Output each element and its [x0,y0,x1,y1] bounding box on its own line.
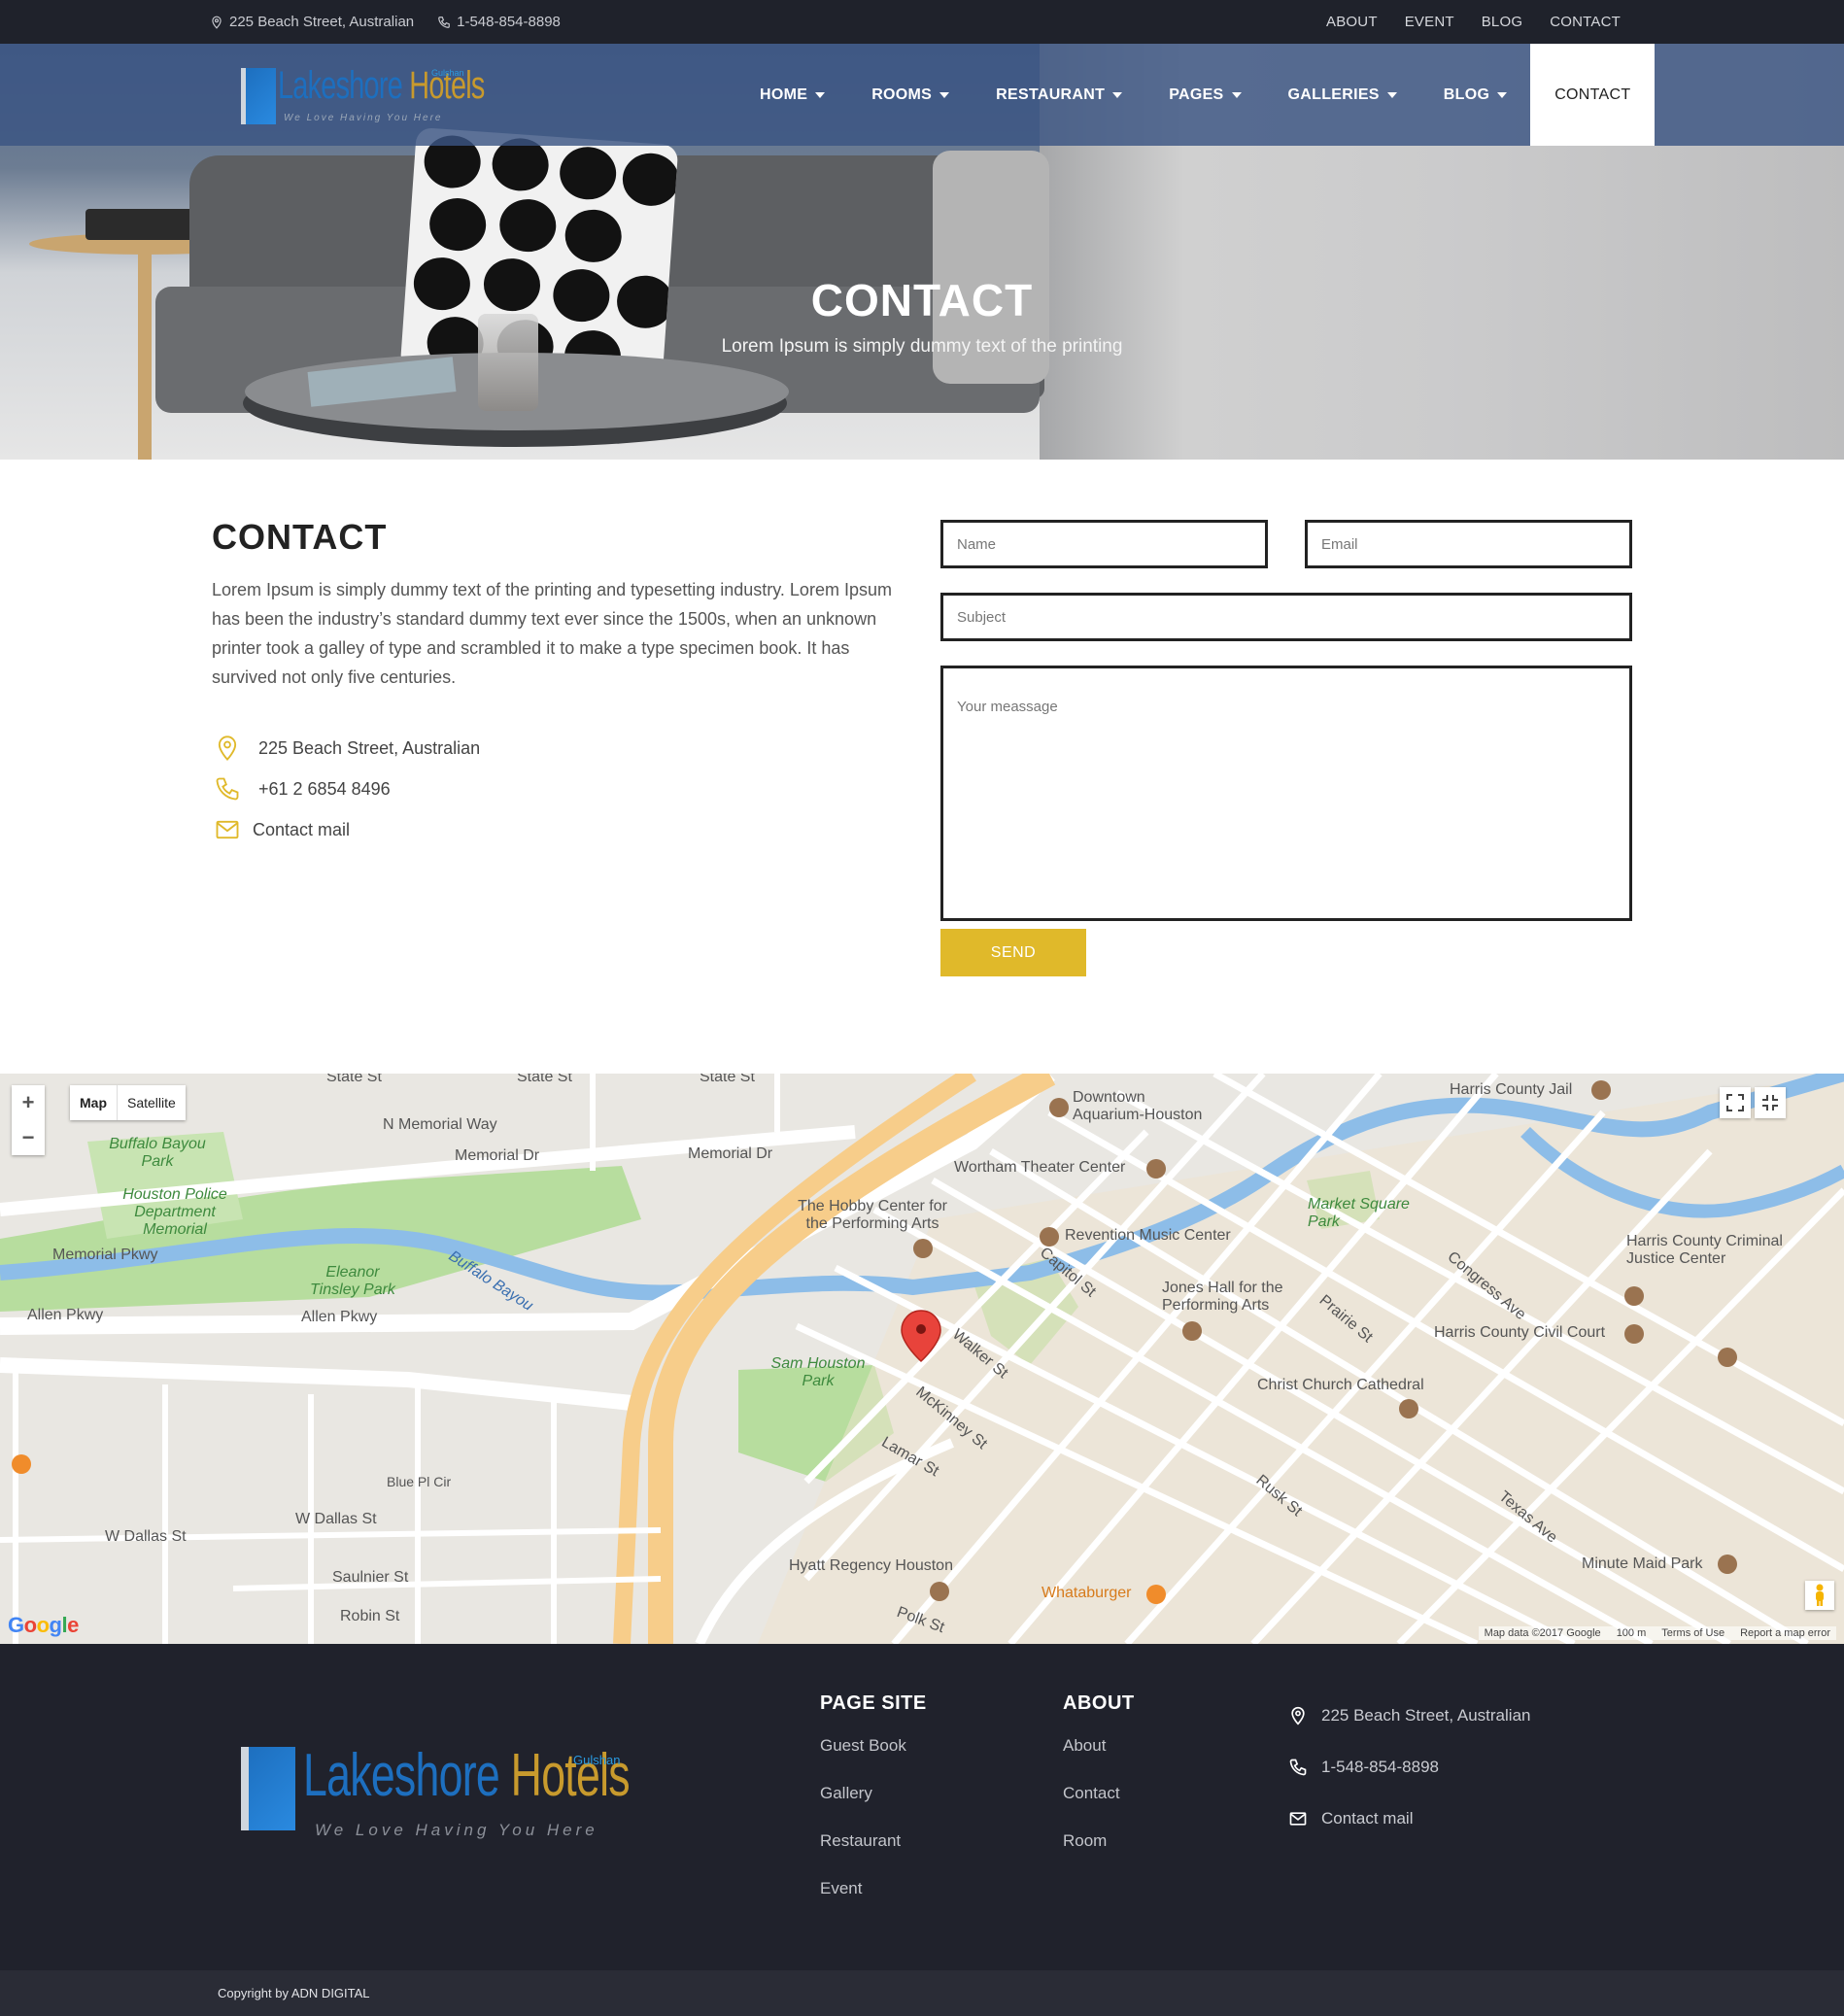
footer-col-title: ABOUT [1063,1692,1135,1714]
map-terms-link[interactable]: Terms of Use [1661,1627,1724,1639]
contact-address-text: 225 Beach Street, Australian [258,737,481,758]
footer-address: 225 Beach Street, Australian [1288,1706,1530,1726]
send-button[interactable]: SEND [940,929,1086,976]
location-pin-icon [212,16,222,29]
caret-down-icon [1231,91,1242,98]
contact-mail-text: Contact mail [253,819,351,839]
footer-link-room[interactable]: Room [1063,1831,1135,1879]
nav-item-pages[interactable]: PAGES [1145,44,1264,146]
fullscreen-icon[interactable] [1720,1087,1751,1118]
topbar-phone-text: 1-548-854-8898 [457,14,561,30]
map-attribution: Map data ©2017 Google 100 m Terms of Use… [1478,1626,1836,1640]
caret-down-icon [939,91,950,98]
logo-mark-icon [241,68,276,124]
topbar-address: 225 Beach Street, Australian [210,14,414,30]
logo-badge: Gulshan [431,68,464,78]
contact-description: Lorem Ipsum is simply dummy text of the … [212,580,892,687]
phone-icon [438,16,450,28]
nav-item-restaurant[interactable]: RESTAURANT [973,44,1145,146]
topbar-address-text: 225 Beach Street, Australian [229,14,415,30]
caret-down-icon [1497,91,1508,98]
nav-item-galleries[interactable]: GALLERIES [1265,44,1420,146]
name-field[interactable]: Name [940,520,1268,568]
phone-icon [216,777,239,801]
topbar-link-event[interactable]: EVENT [1405,14,1454,30]
footer-mail[interactable]: Contact mail [1288,1809,1413,1828]
exit-fullscreen-icon[interactable] [1755,1087,1786,1118]
envelope-icon [1289,1812,1307,1826]
contact-phone-text: +61 2 6854 8496 [258,778,391,799]
nav-item-blog[interactable]: BLOG [1420,44,1530,146]
location-map[interactable]: + − Map Satellite State St State St Stat… [0,1074,1844,1644]
footer-col-page-site: PAGE SITE Guest Book Gallery Restaurant … [820,1692,927,1927]
location-pin-icon [1291,1706,1305,1726]
contact-phone: +61 2 6854 8496 [214,775,391,803]
contact-heading: CONTACT [212,517,388,557]
location-pin-icon [218,735,237,762]
footer-link-gallery[interactable]: Gallery [820,1784,927,1831]
caret-down-icon [815,91,826,98]
top-bar: 225 Beach Street, Australian 1-548-854-8… [0,0,1844,44]
caret-down-icon [1112,91,1123,98]
subject-field[interactable]: Subject [940,593,1632,641]
hero-title: CONTACT [810,275,1034,325]
logo-main-text: Lakeshore [278,64,403,107]
topbar-phone: 1-548-854-8898 [437,14,561,30]
logo-mark-icon [241,1747,295,1830]
map-type-control: Map Satellite [70,1085,186,1120]
main-nav: HOME ROOMS RESTAURANT PAGES GALLERIES BL… [736,44,1656,146]
nav-item-rooms[interactable]: ROOMS [848,44,973,146]
zoom-out-button[interactable]: − [22,1125,35,1150]
email-field[interactable]: Email [1305,520,1632,568]
nav-item-home[interactable]: HOME [736,44,848,146]
footer-logo-tagline: We Love Having You Here [315,1821,598,1839]
copyright-bar: Copyright by ADN DIGITAL [0,1970,1844,2016]
topbar-link-about[interactable]: ABOUT [1326,14,1378,30]
envelope-icon [216,820,239,839]
contact-address: 225 Beach Street, Australian [214,735,480,762]
street-view-pegman-icon[interactable] [1805,1581,1834,1610]
footer-col-title: PAGE SITE [820,1692,927,1714]
map-type-map[interactable]: Map [70,1085,118,1120]
topbar-link-blog[interactable]: BLOG [1482,14,1522,30]
nav-item-contact[interactable]: CONTACT [1530,44,1656,146]
footer-logo-badge: Gulshan [573,1753,621,1767]
map-report-link[interactable]: Report a map error [1740,1627,1830,1639]
header-logo[interactable]: Lakeshore Hotels We Love Having You Here… [229,58,485,130]
copyright-text: Copyright by ADN DIGITAL [218,1986,370,2000]
caret-down-icon [1386,91,1397,98]
google-logo: Google [8,1613,79,1637]
contact-mail[interactable]: Contact mail [214,816,350,843]
map-zoom-control: + − [12,1085,45,1155]
phone-icon [1289,1759,1307,1776]
footer-col-about: ABOUT About Contact Room [1063,1692,1135,1879]
footer-link-event[interactable]: Event [820,1879,927,1927]
logo-tagline: We Love Having You Here [284,113,443,123]
footer-link-contact[interactable]: Contact [1063,1784,1135,1831]
topbar-link-contact[interactable]: CONTACT [1550,14,1621,30]
zoom-in-button[interactable]: + [22,1090,35,1115]
message-field[interactable]: Your meassage [940,666,1632,921]
footer-logo[interactable]: Lakeshore Hotels We Love Having You Here… [220,1741,631,1848]
hero-subtitle: Lorem Ipsum is simply dummy text of the … [721,336,1123,357]
map-type-satellite[interactable]: Satellite [118,1085,186,1120]
footer-link-about[interactable]: About [1063,1736,1135,1784]
footer-phone: 1-548-854-8898 [1288,1758,1439,1777]
footer-link-guest-book[interactable]: Guest Book [820,1736,927,1784]
site-footer: Lakeshore Hotels We Love Having You Here… [0,1644,1844,1970]
footer-link-restaurant[interactable]: Restaurant [820,1831,927,1879]
